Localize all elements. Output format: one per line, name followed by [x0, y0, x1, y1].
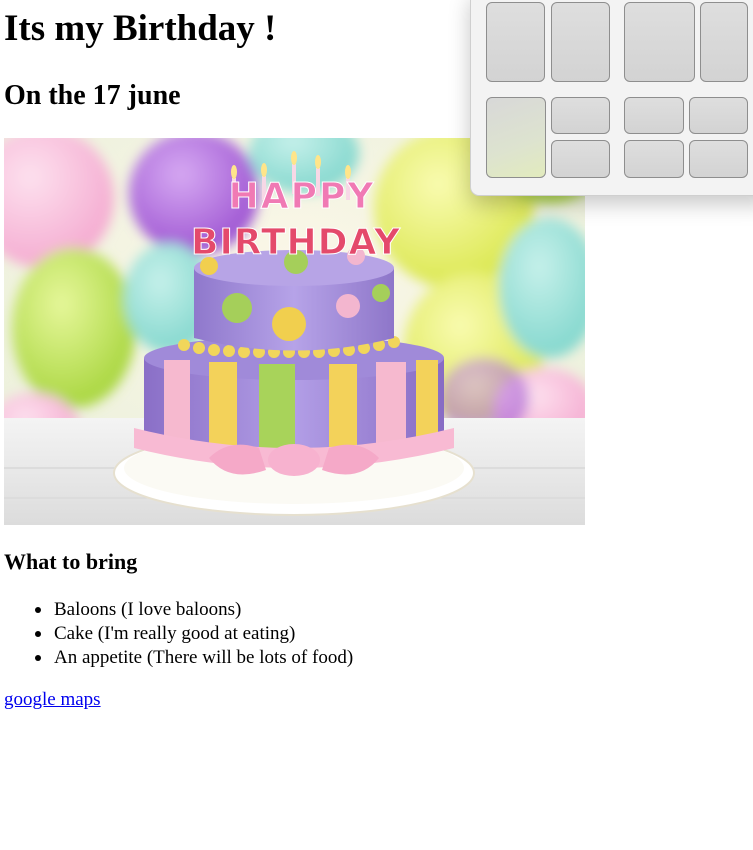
snap-zone-quad-bottom-left[interactable] — [624, 140, 684, 178]
bullet-icon — [35, 631, 41, 637]
google-maps-link[interactable]: google maps — [4, 688, 101, 712]
snap-zone-bottom-right[interactable] — [551, 140, 610, 178]
page-title: Its my Birthday ! — [4, 8, 277, 49]
list-item: Baloons (I love baloons) — [35, 598, 353, 622]
snap-zone-quad-top-left[interactable] — [624, 97, 684, 134]
snap-zone-quad-top-right[interactable] — [689, 97, 748, 134]
list-item-text: An appetite (There will be lots of food) — [54, 647, 354, 668]
snap-zone-quad-bottom-right[interactable] — [689, 140, 748, 178]
birthday-cake-image: HAPPY BIRTHDAY — [4, 138, 585, 525]
page-subtitle: On the 17 june — [4, 80, 181, 111]
what-to-bring-heading: What to bring — [4, 549, 138, 574]
cake-topper-birthday: BIRTHDAY — [191, 222, 401, 263]
list-item-text: Cake (I'm really good at eating) — [54, 623, 296, 644]
snap-zone-wide-left[interactable] — [624, 2, 695, 82]
snap-zone-half-right[interactable] — [551, 2, 610, 82]
list-item-text: Baloons (I love baloons) — [54, 599, 242, 620]
bullet-icon — [35, 607, 41, 613]
snap-zone-half-left[interactable] — [486, 2, 545, 82]
list-item: Cake (I'm really good at eating) — [35, 622, 353, 646]
bullet-icon — [35, 655, 41, 661]
cake-topper-happy: HAPPY — [229, 176, 376, 217]
snap-zone-top-right[interactable] — [551, 97, 610, 134]
snap-zone-narrow-right[interactable] — [700, 2, 748, 82]
list-item: An appetite (There will be lots of food) — [35, 646, 354, 670]
bring-list: Baloons (I love baloons) Cake (I'm reall… — [4, 598, 353, 670]
snap-layout-flyout — [470, 0, 753, 196]
snap-zone-tall-left[interactable] — [486, 97, 546, 178]
